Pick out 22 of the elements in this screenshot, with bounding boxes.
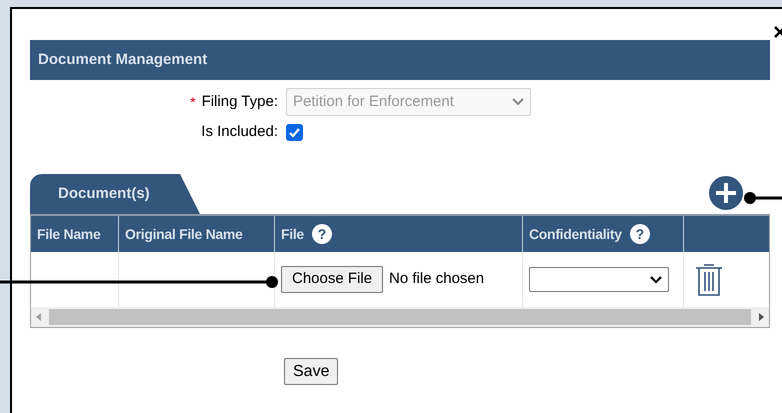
scroll-right-icon[interactable] (757, 312, 765, 322)
confidentiality-select[interactable] (529, 267, 669, 292)
add-icon[interactable] (709, 176, 743, 210)
column-title: File (281, 224, 304, 244)
trash-icon[interactable] (694, 262, 724, 298)
field-label: Filing Type: (202, 92, 278, 112)
help-icon[interactable]: ? (630, 224, 650, 244)
required-mark: * (190, 92, 196, 112)
save-button[interactable]: Save (284, 358, 338, 385)
field-label: Is Included: (201, 122, 278, 142)
column-title: Confidentiality (529, 224, 622, 244)
file-status: No file chosen (389, 269, 484, 290)
horizontal-scrollbar[interactable] (31, 307, 769, 327)
column-title: File Name (37, 224, 100, 244)
choose-file-button[interactable]: Choose File (281, 266, 384, 293)
help-icon[interactable]: ? (312, 224, 332, 244)
included-checkbox[interactable] (286, 124, 303, 140)
chevron-down-icon (650, 276, 662, 284)
section-header: Document Management (30, 40, 770, 80)
tab[interactable]: Document(s) (30, 174, 200, 214)
column-title: Original File Name (125, 224, 243, 244)
chevron-down-icon (512, 98, 524, 106)
